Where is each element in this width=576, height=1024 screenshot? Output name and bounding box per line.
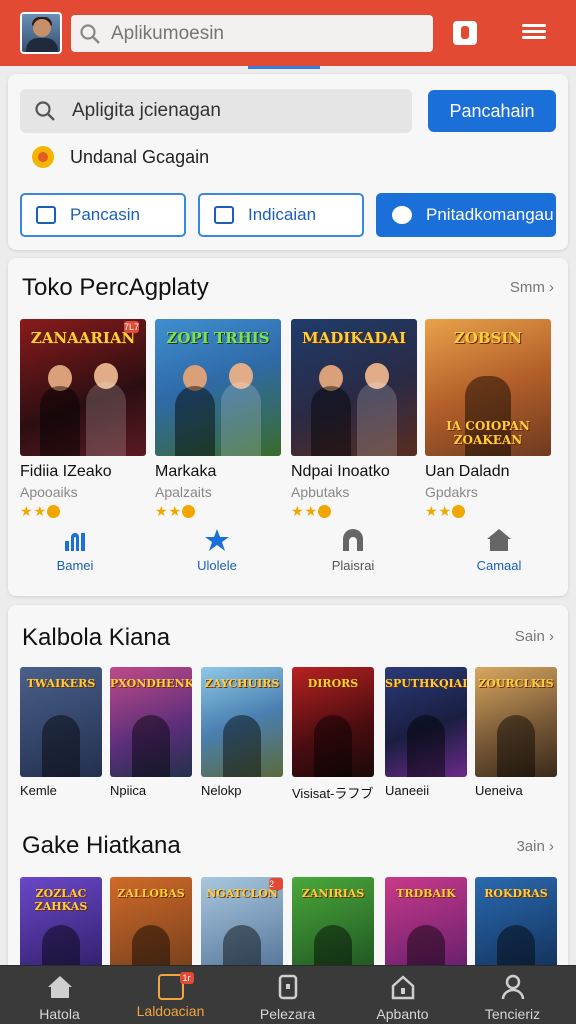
category-camaal[interactable]: Camaal [444, 529, 554, 573]
filter-chips: Pancasin Indicaian Pnitadkomangau [20, 193, 556, 237]
home-outline-icon [391, 975, 414, 1000]
nav-label: Apbanto [376, 1006, 429, 1022]
game-card[interactable]: DIRORS Visisat-ラフブ [292, 667, 374, 802]
nav-apbanto[interactable]: Apbanto [345, 966, 460, 1024]
game-thumbnail: ZOPI TRHIS [155, 319, 281, 456]
game-card[interactable]: MADIKADAI Ndpai Inoatko Apbutaks ★★ [291, 319, 417, 520]
chip-indicaian[interactable]: Indicaian [198, 193, 364, 237]
list-icon [36, 206, 56, 224]
nav-tencieriz[interactable]: Tencieriz [455, 966, 570, 1024]
game-title: Kemle [20, 783, 57, 798]
nav-label: Tencieriz [484, 1006, 541, 1022]
store-icon[interactable] [453, 21, 477, 45]
category-label: Ulolele [197, 558, 237, 573]
chip-label: Indicaian [248, 205, 317, 224]
game-subtitle: Apalzaits [155, 484, 212, 500]
search-button[interactable]: Pancahain [428, 90, 556, 132]
avatar[interactable] [20, 12, 62, 54]
arch-icon [343, 529, 363, 551]
game-thumbnail: MADIKADAI [291, 319, 417, 456]
section-title: Toko PercAgplaty [22, 274, 209, 301]
game-card[interactable]: ZOURCLKIS Ueneiva [475, 667, 557, 798]
chip-pancasin[interactable]: Pancasin [20, 193, 186, 237]
nav-label: Laldoacian [136, 1003, 205, 1019]
person-icon [501, 974, 524, 1000]
game-card[interactable]: ZOBSIN IA COIOPAN ZOAKEAN Uan Daladn Gpd… [425, 319, 551, 520]
game-title: Visisat-ラフブ [292, 786, 374, 801]
menu-icon[interactable] [522, 21, 546, 45]
category-bamei[interactable]: Bamei [20, 529, 130, 573]
section-title: Gake Hiatkana [22, 832, 181, 859]
app-search-input[interactable] [72, 100, 392, 122]
search-icon [35, 101, 55, 121]
game-subtitle: Apooaiks [20, 484, 78, 500]
see-more-link[interactable]: Sain › [515, 628, 554, 645]
search-suggestion[interactable]: Undanal Gcagain [32, 146, 209, 168]
see-more-link[interactable]: Smm › [510, 279, 554, 296]
search-card: Pancahain Undanal Gcagain Pancasin Indic… [8, 74, 568, 250]
home-icon [47, 976, 72, 998]
game-title: Ndpai Inoatko [291, 463, 390, 480]
game-card[interactable]: ZAYCHUIRS Nelokp [201, 667, 283, 798]
nav-hatola[interactable]: Hatola [2, 966, 117, 1024]
game-card[interactable]: TWAIKERS Kemle [20, 667, 102, 798]
game-card[interactable]: ZANAARIAN 7L7 Fidiia IZeako Apooaiks ★★ [20, 319, 146, 520]
signal-icon [65, 533, 85, 551]
see-more-link[interactable]: 3ain › [516, 838, 554, 855]
bottom-nav: Hatola 1r Laldoacian Pelezara Apbanto Te… [0, 965, 576, 1024]
top-bar [0, 0, 576, 66]
section-lists: Kalbola Kiana Sain › TWAIKERS Kemle PXON… [8, 605, 568, 987]
rating-stars: ★★ [155, 503, 281, 520]
person-icon [392, 206, 412, 224]
search-icon [80, 23, 100, 44]
nav-label: Pelezara [259, 1006, 316, 1022]
game-card[interactable]: SPUTHKQIAI Uaneeii [385, 667, 467, 798]
app-search-box[interactable] [20, 89, 412, 133]
square-icon [214, 206, 234, 224]
suggestion-icon [32, 146, 54, 168]
category-ulolele[interactable]: Ulolele [162, 529, 272, 573]
category-label: Camaal [476, 558, 522, 573]
game-title: Uan Daladn [425, 463, 510, 480]
category-label: Plaisrai [331, 558, 375, 573]
game-title: Fidiia IZeako [20, 463, 112, 480]
section-featured: Toko PercAgplaty Smm › ZANAARIAN 7L7 Fid… [8, 258, 568, 596]
star-icon [205, 529, 229, 551]
rating-stars: ★★ [425, 503, 551, 520]
game-title: Uaneeii [385, 783, 430, 798]
category-label: Bamei [56, 558, 94, 573]
chip-label: Pancasin [70, 205, 140, 224]
game-title: Ueneiva [475, 783, 523, 798]
nav-laldoacian[interactable]: 1r Laldoacian [113, 966, 228, 1024]
chip-pnitadkomangau[interactable]: Pnitadkomangau [376, 193, 556, 237]
nav-label: Hatola [39, 1006, 80, 1022]
game-card[interactable]: PXONDHENK Npiica [110, 667, 192, 798]
category-row: Bamei Ulolele Plaisrai Camaal [20, 529, 556, 579]
scroll-indicator [248, 66, 320, 69]
rating-stars: ★★ [20, 503, 146, 520]
game-subtitle: Apbutaks [291, 484, 350, 500]
home-icon [487, 529, 511, 551]
category-plaisrai[interactable]: Plaisrai [298, 529, 408, 573]
rating-stars: ★★ [291, 503, 417, 520]
game-thumbnail: ZOBSIN IA COIOPAN ZOAKEAN [425, 319, 551, 456]
top-search-box[interactable] [71, 15, 433, 52]
game-thumbnail: ZANAARIAN 7L7 [20, 319, 146, 456]
chip-label: Pnitadkomangau [426, 205, 554, 224]
phone-icon [278, 974, 297, 1000]
game-title: Markaka [155, 463, 217, 480]
suggestion-label: Undanal Gcagain [70, 146, 210, 167]
section-title: Kalbola Kiana [22, 624, 171, 651]
game-card[interactable]: ZOPI TRHIS Markaka Apalzaits ★★ [155, 319, 281, 520]
nav-pelezara[interactable]: Pelezara [230, 966, 345, 1024]
game-title: Nelokp [201, 783, 242, 798]
game-subtitle: Gpdakrs [425, 484, 478, 500]
game-title: Npiica [110, 783, 147, 798]
top-search-input[interactable] [111, 22, 411, 45]
games-icon: 1r [157, 972, 194, 1000]
